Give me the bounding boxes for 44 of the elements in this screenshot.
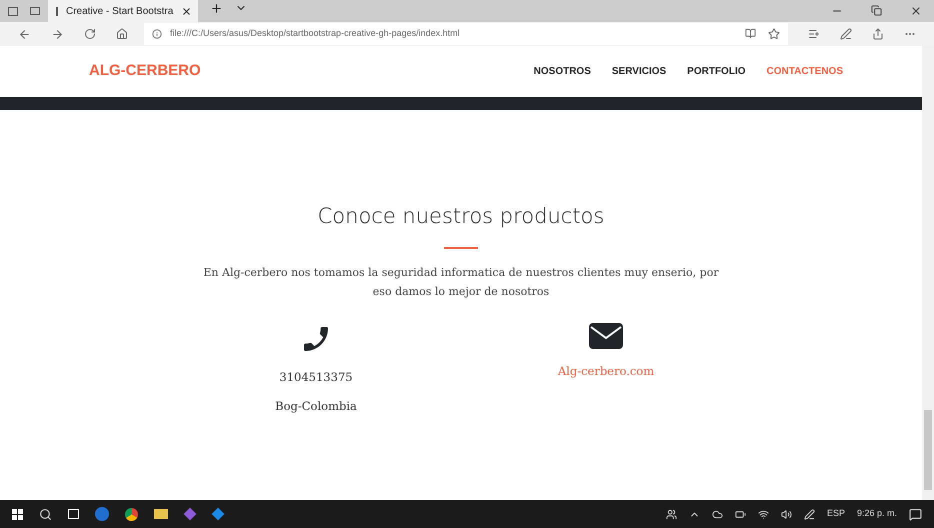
section-text: En Alg-cerbero nos tomamos la seguridad informatica de nuestros clientes muy enserio, por eso damos lo mejor de nosotros xyxy=(202,264,720,300)
tab-preview-icon[interactable] xyxy=(8,6,18,16)
forward-icon[interactable] xyxy=(51,28,64,40)
info-icon xyxy=(152,29,162,39)
clock[interactable]: 9:26 p. m. xyxy=(856,507,897,521)
tab-title: Creative - Start Bootstra xyxy=(66,4,174,18)
restore-icon[interactable] xyxy=(871,5,882,17)
browser-app-icon[interactable] xyxy=(95,507,109,521)
reading-view-icon[interactable] xyxy=(745,28,756,40)
url-text: file:///C:/Users/asus/Desktop/startbootstrap-creative-gh-pages/index.html xyxy=(170,27,460,40)
battery-icon[interactable] xyxy=(734,508,746,520)
wifi-icon[interactable] xyxy=(758,508,769,520)
scrollbar[interactable] xyxy=(922,46,934,500)
url-field[interactable]: file:///C:/Users/asus/Desktop/startbootstrap-creative-gh-pages/index.html xyxy=(144,23,788,45)
notification-icon[interactable] xyxy=(909,508,922,520)
nav-link[interactable]: NOSOTROS xyxy=(534,64,591,79)
heading-divider xyxy=(444,246,478,248)
close-icon[interactable] xyxy=(181,6,192,16)
back-icon[interactable] xyxy=(18,28,31,40)
set-aside-icon[interactable] xyxy=(30,7,40,15)
search-icon[interactable] xyxy=(39,508,52,520)
star-icon[interactable] xyxy=(768,28,780,40)
refresh-icon[interactable] xyxy=(84,28,96,40)
section-heading: Conoce nuestros productos xyxy=(318,203,604,230)
plus-icon[interactable] xyxy=(210,2,223,15)
people-icon[interactable] xyxy=(666,508,677,520)
diamond-app-icon[interactable] xyxy=(184,508,196,520)
home-icon[interactable] xyxy=(116,28,128,40)
cloud-icon[interactable] xyxy=(712,508,723,520)
code-editor-icon[interactable] xyxy=(212,508,224,520)
browser-tab[interactable]: Creative - Start Bootstra xyxy=(48,0,198,22)
contact-text: Bog-Colombia xyxy=(275,398,357,415)
task-view-icon[interactable] xyxy=(68,509,79,519)
close-icon[interactable] xyxy=(910,5,922,17)
start-icon[interactable] xyxy=(12,508,23,520)
nav-link[interactable]: PORTFOLIO xyxy=(687,64,746,79)
nav-link[interactable]: SERVICIOS xyxy=(612,64,666,79)
favorites-icon[interactable] xyxy=(808,28,820,40)
chrome-app-icon[interactable] xyxy=(125,508,138,520)
language-indicator[interactable]: ESP xyxy=(826,507,845,521)
volume-icon[interactable] xyxy=(780,508,792,520)
envelope-icon xyxy=(589,322,623,348)
share-icon[interactable] xyxy=(872,28,884,40)
contact-text: 3104513375 xyxy=(279,368,353,386)
